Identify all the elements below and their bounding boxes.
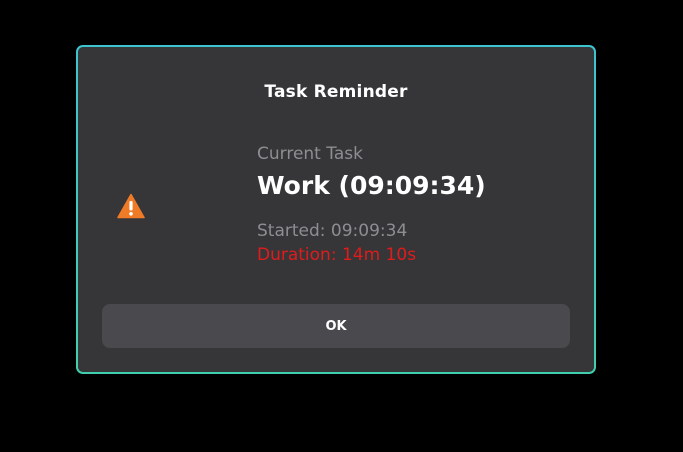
task-details: Current Task Work (09:09:34) Started: 09… [257, 143, 577, 267]
warning-icon [117, 193, 145, 219]
ok-button[interactable]: OK [102, 304, 570, 348]
duration-text: Duration: 14m 10s [257, 245, 417, 265]
current-task-label: Current Task [257, 144, 363, 164]
task-name: Work (09:09:34) [257, 171, 486, 200]
started-time: Started: 09:09:34 [257, 221, 408, 241]
dialog-body: Task Reminder Current Task Work (09:09:3… [78, 47, 594, 372]
dialog-title: Task Reminder [264, 82, 408, 102]
task-reminder-dialog: Task Reminder Current Task Work (09:09:3… [76, 45, 596, 374]
